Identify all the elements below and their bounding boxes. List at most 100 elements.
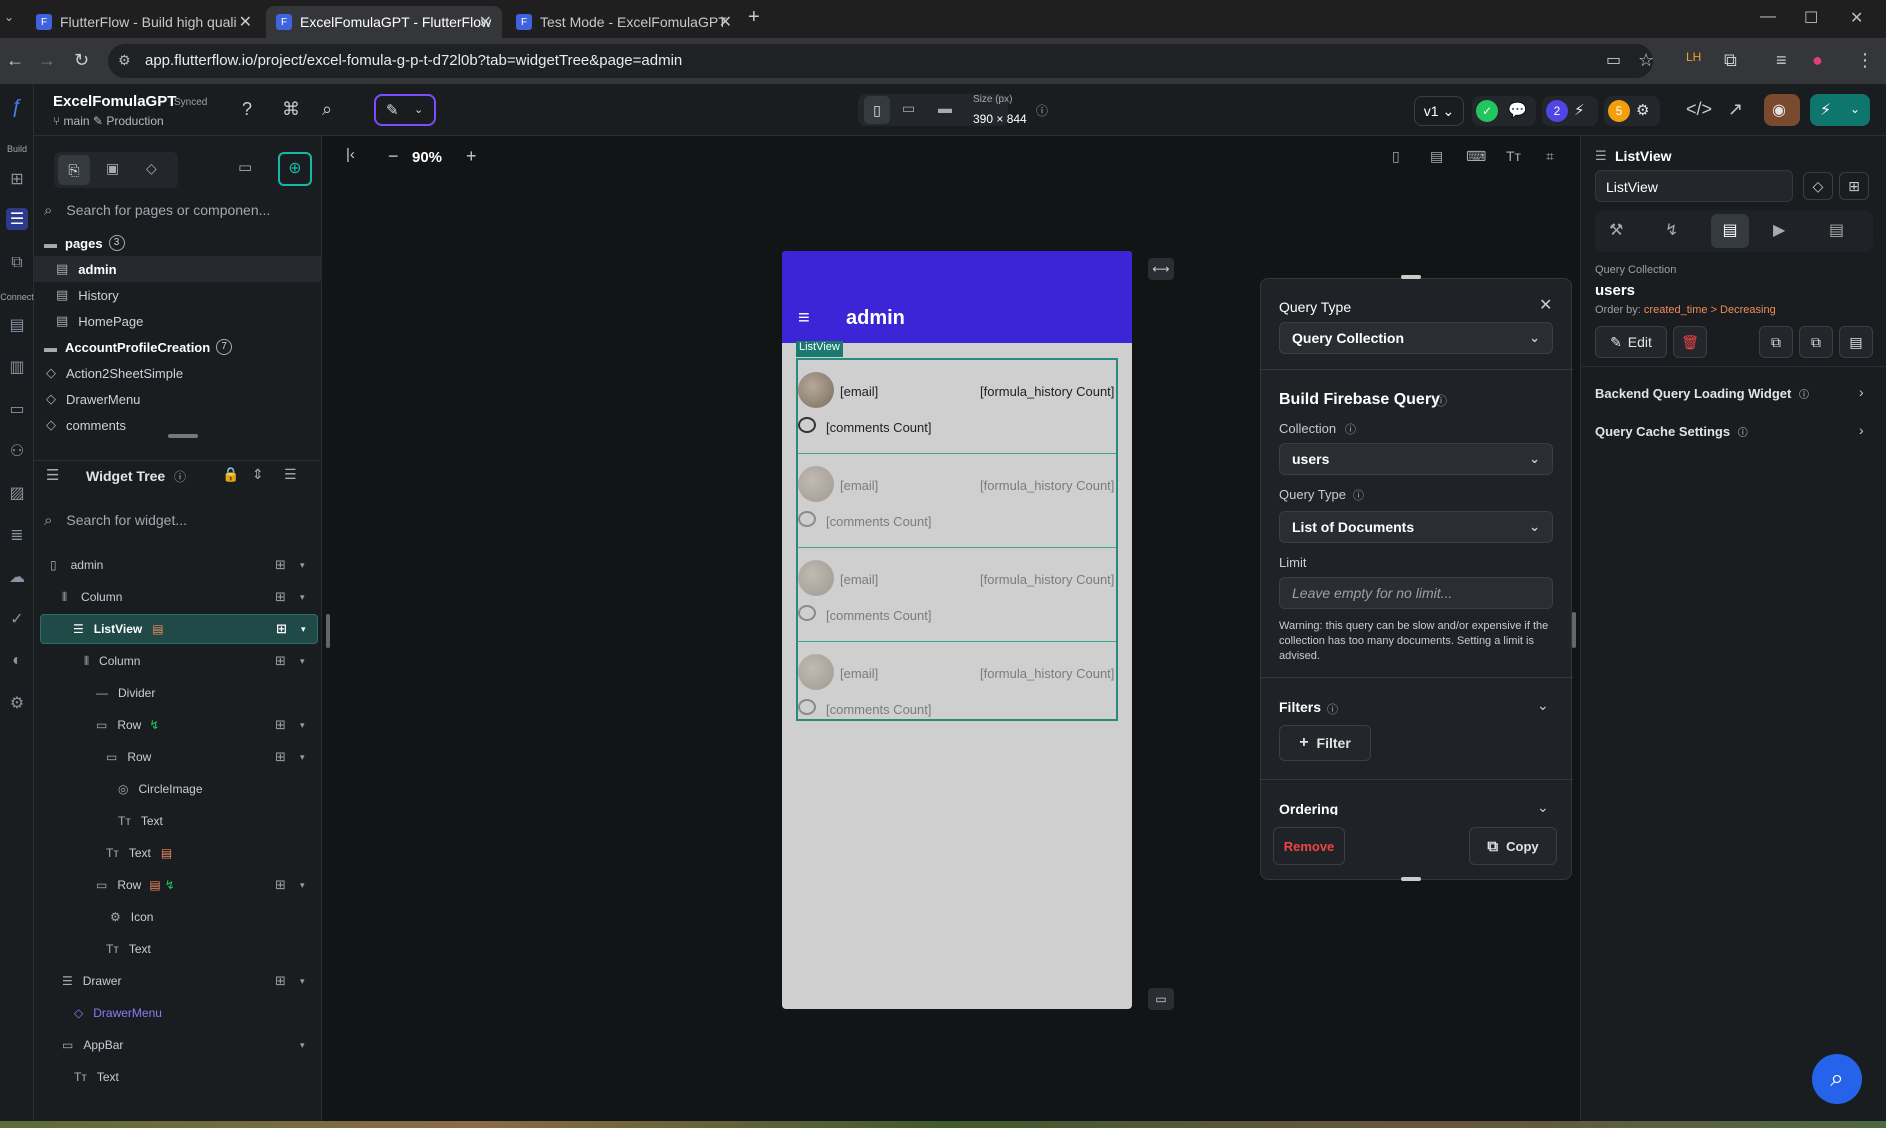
- size-value[interactable]: 390 × 844: [973, 112, 1027, 126]
- branch-info[interactable]: ⑂ main ✎ Production: [53, 114, 164, 128]
- expand-vertical-icon[interactable]: ▭: [1148, 988, 1174, 1010]
- listview-widget[interactable]: [email] [formula_history Count] [comment…: [796, 358, 1118, 721]
- reload-icon[interactable]: ↻: [74, 50, 89, 71]
- query-type-select[interactable]: Query Collection ⌄: [1279, 322, 1553, 354]
- browser-menu-icon[interactable]: ⋮: [1856, 50, 1874, 71]
- widget-name-input[interactable]: ListView: [1595, 170, 1793, 202]
- panel-resize-handle[interactable]: [326, 614, 330, 648]
- search-icon[interactable]: ⌕: [322, 99, 332, 120]
- desktop-device-icon[interactable]: ▬: [938, 100, 952, 116]
- tree-node-circleimage[interactable]: ◎ CircleImage: [40, 774, 318, 804]
- text-scale-icon[interactable]: Tт: [1506, 148, 1521, 164]
- properties-tab-icon[interactable]: ⚒: [1609, 220, 1623, 240]
- tests-icon[interactable]: ✓: [6, 608, 28, 630]
- version-selector[interactable]: v1 ⌄: [1414, 96, 1464, 126]
- add-child-icon[interactable]: ⊞: [275, 717, 286, 733]
- add-child-icon[interactable]: ⊞: [275, 877, 286, 893]
- cast-icon[interactable]: ▭: [1606, 50, 1621, 70]
- folder-accountprofilecreation[interactable]: ▬ AccountProfileCreation 7: [34, 334, 322, 360]
- notes-tab-icon[interactable]: ▤: [1829, 220, 1844, 240]
- tree-node-drawermenu[interactable]: ◇ DrawerMenu: [40, 998, 318, 1028]
- theme-icon[interactable]: ◐: [6, 650, 28, 672]
- tree-node-text[interactable]: Tт Text: [40, 934, 318, 964]
- widget-tree-icon[interactable]: ☰: [6, 208, 28, 230]
- close-window-icon[interactable]: ✕: [1850, 8, 1863, 28]
- issues-count-badge[interactable]: 2: [1546, 100, 1568, 122]
- diamond-icon[interactable]: ◇: [1803, 172, 1833, 200]
- chevron-down-icon[interactable]: ▾: [300, 1040, 305, 1051]
- page-item-admin[interactable]: ▤ admin: [34, 256, 322, 282]
- library-tab-icon[interactable]: ◇: [146, 160, 157, 177]
- chevron-down-icon[interactable]: ⌄: [1537, 697, 1549, 714]
- add-child-icon[interactable]: ⊞: [275, 653, 286, 669]
- tree-node-text[interactable]: Tт Text: [40, 806, 318, 836]
- collection-select[interactable]: users ⌄: [1279, 443, 1553, 475]
- browser-tab-flutterflow[interactable]: F FlutterFlow - Build high quali ✕: [26, 6, 262, 38]
- new-folder-icon[interactable]: ▭: [238, 158, 252, 176]
- list-item[interactable]: [email] [formula_history Count] [comment…: [798, 454, 1116, 548]
- extension-lh-icon[interactable]: LH: [1686, 50, 1701, 64]
- chevron-right-icon[interactable]: ›: [1859, 384, 1864, 400]
- custom-code-icon[interactable]: ≣: [6, 524, 28, 546]
- warnings-count-badge[interactable]: 5: [1608, 100, 1630, 122]
- search-pages-input[interactable]: ⌕ Search for pages or componen...: [44, 194, 312, 226]
- command-icon[interactable]: ⌘: [282, 99, 300, 120]
- chevron-down-icon[interactable]: ▾: [300, 656, 305, 667]
- add-child-icon[interactable]: ⊞: [275, 557, 286, 573]
- info-icon[interactable]: ⓘ: [1345, 421, 1356, 437]
- query-option-button[interactable]: ⧉: [1799, 326, 1833, 358]
- list-item[interactable]: [email] [formula_history Count] [comment…: [798, 548, 1116, 642]
- convert-component-icon[interactable]: ⊞: [1839, 172, 1869, 200]
- zoom-level[interactable]: 90%: [412, 149, 442, 166]
- preview-button[interactable]: ◉: [1764, 94, 1800, 126]
- comments-count-text[interactable]: [comments Count]: [826, 420, 932, 435]
- comments-icon[interactable]: 💬: [1508, 101, 1527, 119]
- browser-tab-testmode[interactable]: F Test Mode - ExcelFomulaGPT ✕: [506, 6, 742, 38]
- bolt-icon[interactable]: ⚡: [1574, 101, 1585, 119]
- tree-node-drawer[interactable]: ☰ Drawer ⊞ ▾: [40, 966, 318, 996]
- media-icon[interactable]: ≡: [1776, 50, 1787, 71]
- tablet-device-icon[interactable]: ▭: [902, 100, 915, 117]
- app-state-icon[interactable]: ⚇: [6, 440, 28, 462]
- backend-loading-row[interactable]: Backend Query Loading Widget ⓘ: [1595, 386, 1809, 401]
- close-icon[interactable]: ✕: [1539, 295, 1552, 315]
- avatar[interactable]: [798, 372, 834, 408]
- phone-device-icon[interactable]: ▯: [864, 96, 890, 124]
- tree-node-column[interactable]: ⫴ Column ⊞ ▾: [40, 646, 318, 676]
- info-icon[interactable]: ⓘ: [174, 468, 186, 485]
- extensions-icon[interactable]: ⧉: [1724, 50, 1737, 71]
- limit-input[interactable]: Leave empty for no limit...: [1279, 577, 1553, 609]
- expand-collapse-icon[interactable]: ⇕: [252, 466, 264, 483]
- bookmark-star-icon[interactable]: ☆: [1638, 50, 1654, 71]
- add-child-icon[interactable]: ⊞: [275, 973, 286, 989]
- profile-avatar-icon[interactable]: ●: [1812, 50, 1823, 71]
- app-bar-title[interactable]: admin: [846, 307, 905, 330]
- chevron-down-icon[interactable]: ▾: [300, 752, 305, 763]
- list-item[interactable]: [email] [formula_history Count] [comment…: [798, 360, 1116, 454]
- api-calls-icon[interactable]: ▭: [6, 398, 28, 420]
- data-types-icon[interactable]: ▥: [6, 356, 28, 378]
- browser-tab-excelfomula[interactable]: F ExcelFomulaGPT - FlutterFlow ✕: [266, 6, 502, 38]
- backend-query-tab-icon[interactable]: ▤: [1711, 214, 1749, 248]
- tree-node-text[interactable]: Tт Text: [40, 1062, 318, 1092]
- responsive-icon[interactable]: ▤: [1430, 148, 1443, 165]
- drag-handle[interactable]: [1401, 275, 1421, 279]
- back-icon[interactable]: ←: [6, 50, 24, 71]
- component-item[interactable]: ◇ Action2SheetSimple: [34, 360, 322, 386]
- zoom-out-icon[interactable]: −: [388, 146, 399, 167]
- tree-node-appbar[interactable]: ▭ AppBar ▾: [40, 1030, 318, 1060]
- media-assets-icon[interactable]: ▨: [6, 482, 28, 504]
- tree-node-divider[interactable]: — Divider: [40, 678, 318, 708]
- add-child-icon[interactable]: ⊞: [275, 749, 286, 765]
- app-bar[interactable]: ≡ admin: [782, 251, 1132, 343]
- panel-resize-handle[interactable]: [168, 434, 198, 438]
- close-tab-icon[interactable]: ✕: [239, 12, 252, 32]
- drag-handle[interactable]: [1401, 877, 1421, 881]
- tree-node-column[interactable]: ⫴ Column ⊞ ▾: [40, 582, 318, 612]
- expand-horizontal-icon[interactable]: ⟷: [1148, 258, 1174, 280]
- tree-node-row[interactable]: ▭ Row ▤ ↯ ⊞ ▾: [40, 870, 318, 900]
- lock-icon[interactable]: 🔒: [222, 466, 239, 483]
- comment-icon[interactable]: [798, 417, 816, 433]
- formula-history-count-text[interactable]: [formula_history Count]: [980, 384, 1114, 399]
- code-view-icon[interactable]: </>: [1686, 99, 1712, 120]
